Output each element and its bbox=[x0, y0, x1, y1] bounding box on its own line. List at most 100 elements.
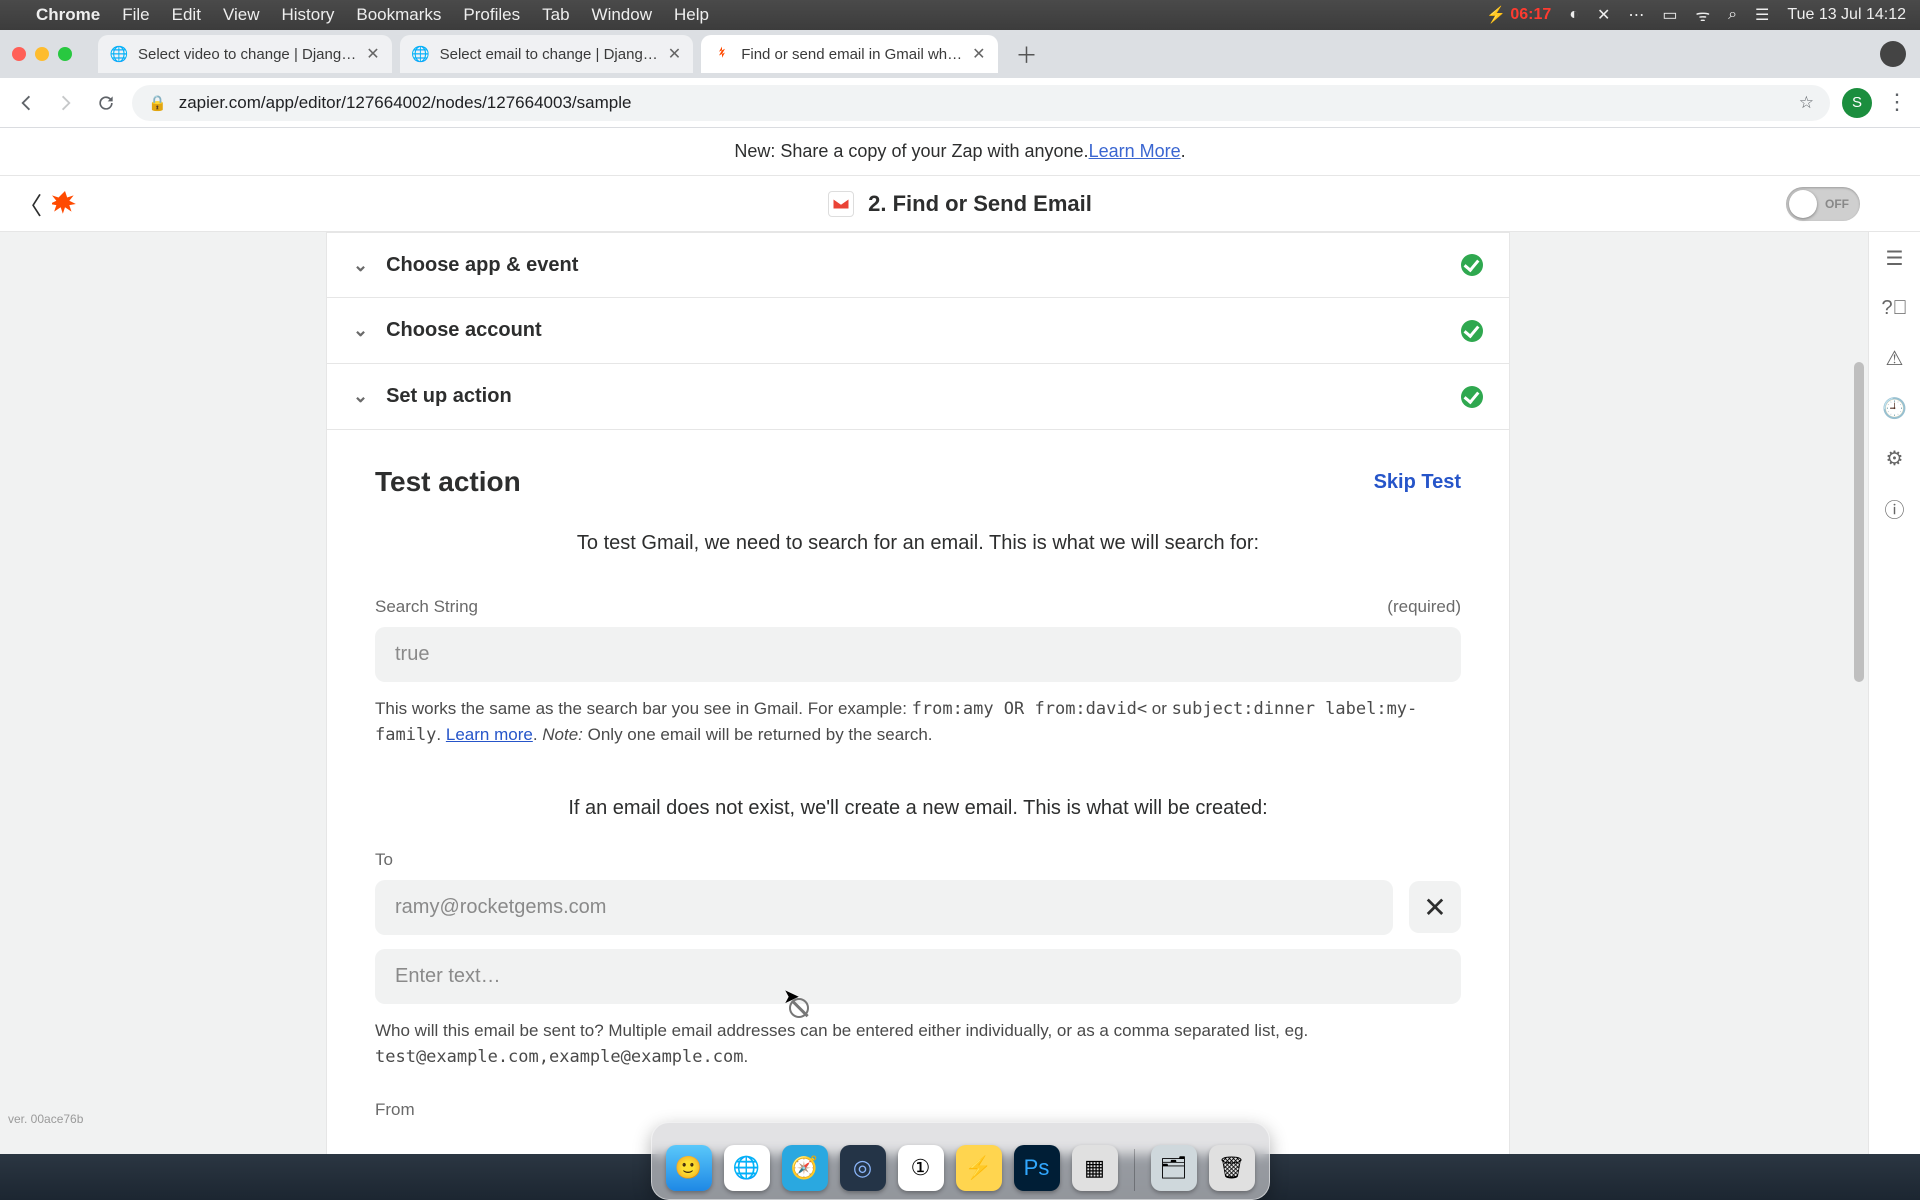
tab-close-icon[interactable]: ✕ bbox=[366, 44, 379, 64]
field-search-string: Search String (required) true This works… bbox=[375, 597, 1461, 749]
chevron-left-icon: 〈 bbox=[18, 186, 42, 221]
menu-bookmarks[interactable]: Bookmarks bbox=[356, 5, 441, 25]
step-choose-account[interactable]: ⌄ Choose account bbox=[326, 298, 1510, 364]
dock-app-bolt[interactable]: ⚡ bbox=[956, 1145, 1002, 1191]
nav-reload-button[interactable] bbox=[92, 89, 120, 117]
zap-enable-toggle[interactable]: OFF bbox=[1786, 187, 1860, 221]
status-icon-2[interactable]: ✕ bbox=[1597, 5, 1610, 25]
window-close-button[interactable] bbox=[12, 47, 26, 61]
spotlight-icon[interactable]: ⌕ bbox=[1728, 6, 1737, 24]
nav-forward-button[interactable] bbox=[52, 89, 80, 117]
field-label: To bbox=[375, 850, 393, 870]
dock-app-trash[interactable]: 🗑 bbox=[1209, 1145, 1255, 1191]
search-string-input[interactable]: true bbox=[375, 627, 1461, 682]
battery-low-indicator[interactable]: ⚡06:17 bbox=[1486, 5, 1551, 25]
skip-test-link[interactable]: Skip Test bbox=[1374, 471, 1461, 494]
vertical-scrollbar[interactable] bbox=[1854, 362, 1864, 682]
menu-help[interactable]: Help bbox=[674, 5, 709, 25]
dock-separator bbox=[1134, 1149, 1135, 1191]
chevron-down-icon: ⌄ bbox=[353, 320, 368, 341]
field-required: (required) bbox=[1387, 597, 1461, 617]
toggle-label: OFF bbox=[1825, 197, 1849, 211]
zap-step-header: 〈 2. Find or Send Email OFF bbox=[0, 176, 1920, 232]
announcement-suffix: . bbox=[1181, 141, 1186, 162]
test-lead-text: To test Gmail, we need to search for an … bbox=[375, 532, 1461, 555]
settings-gear-icon[interactable]: ⚙ bbox=[1883, 446, 1907, 470]
lock-icon[interactable]: 🔒 bbox=[148, 94, 167, 112]
announcement-text: New: Share a copy of your Zap with anyon… bbox=[734, 141, 1088, 162]
tab-close-icon[interactable]: ✕ bbox=[972, 44, 985, 64]
bookmark-star-icon[interactable]: ☆ bbox=[1799, 93, 1814, 113]
battery-icon[interactable]: ▭ bbox=[1662, 5, 1677, 25]
window-minimize-button[interactable] bbox=[35, 47, 49, 61]
right-rail: ☰ ?⃝ ⚠ 🕘 ⚙ ⓘ bbox=[1868, 232, 1920, 1200]
browser-tab-active[interactable]: Find or send email in Gmail wh… ✕ bbox=[701, 35, 997, 73]
field-from-label: From bbox=[375, 1100, 1461, 1120]
learn-more-link[interactable]: Learn more bbox=[446, 725, 533, 744]
to-add-input[interactable]: Enter text… bbox=[375, 949, 1461, 1004]
step-label: Set up action bbox=[386, 385, 512, 408]
warning-icon[interactable]: ⚠ bbox=[1883, 346, 1907, 370]
dock-app-photoshop[interactable]: Ps bbox=[1014, 1145, 1060, 1191]
tab-title: Select video to change | Djang… bbox=[138, 46, 356, 63]
announcement-link[interactable]: Learn More bbox=[1089, 141, 1181, 162]
menu-view[interactable]: View bbox=[223, 5, 260, 25]
step-set-up-action[interactable]: ⌄ Set up action bbox=[326, 364, 1510, 430]
status-complete-icon bbox=[1461, 320, 1483, 342]
step-label: Choose account bbox=[386, 319, 542, 342]
menu-history[interactable]: History bbox=[281, 5, 334, 25]
profile-avatar[interactable]: S bbox=[1842, 88, 1872, 118]
menubar-app-name[interactable]: Chrome bbox=[36, 5, 100, 25]
menubar-clock[interactable]: Tue 13 Jul 14:12 bbox=[1787, 6, 1906, 24]
menu-window[interactable]: Window bbox=[592, 5, 652, 25]
tab-close-icon[interactable]: ✕ bbox=[668, 44, 681, 64]
step-card-column: ⌄ Choose app & event ⌄ Choose account ⌄ … bbox=[326, 232, 1510, 1181]
info-icon[interactable]: ⓘ bbox=[1883, 496, 1907, 520]
create-lead-text: If an email does not exist, we'll create… bbox=[375, 797, 1461, 820]
remove-to-button[interactable]: ✕ bbox=[1409, 881, 1461, 933]
menu-profiles[interactable]: Profiles bbox=[463, 5, 520, 25]
search-help-text: This works the same as the search bar yo… bbox=[375, 696, 1461, 749]
to-value-input[interactable]: ramy@rocketgems.com bbox=[375, 880, 1393, 935]
history-icon[interactable]: 🕘 bbox=[1883, 396, 1907, 420]
status-complete-icon bbox=[1461, 254, 1483, 276]
nav-back-button[interactable] bbox=[12, 89, 40, 117]
version-tag: ver. 00ace76b bbox=[8, 1112, 83, 1126]
gmail-icon bbox=[828, 191, 854, 217]
window-fullscreen-button[interactable] bbox=[58, 47, 72, 61]
dock-app-stacks[interactable]: 🗂 bbox=[1151, 1145, 1197, 1191]
dock-app-chrome[interactable]: 🌐 bbox=[724, 1145, 770, 1191]
chrome-toolbar: 🔒 zapier.com/app/editor/127664002/nodes/… bbox=[0, 78, 1920, 128]
address-url: zapier.com/app/editor/127664002/nodes/12… bbox=[179, 93, 632, 113]
dock-app-finder[interactable]: 🙂 bbox=[666, 1145, 712, 1191]
test-action-heading: Test action bbox=[375, 466, 521, 498]
tabstrip-right-button[interactable] bbox=[1880, 41, 1906, 67]
toggle-knob bbox=[1789, 190, 1817, 218]
zap-back[interactable]: 〈 bbox=[18, 186, 78, 221]
field-to: To ramy@rocketgems.com ✕ Enter text… Who… bbox=[375, 850, 1461, 1071]
menu-tab[interactable]: Tab bbox=[542, 5, 569, 25]
dock-app-circle[interactable]: ◎ bbox=[840, 1145, 886, 1191]
step-label: Choose app & event bbox=[386, 254, 578, 277]
app-viewport: New: Share a copy of your Zap with anyon… bbox=[0, 128, 1920, 1200]
status-icon-1[interactable]: ◐ bbox=[1569, 6, 1579, 24]
control-center-icon[interactable]: ☰ bbox=[1755, 5, 1769, 25]
globe-icon: 🌐 bbox=[110, 45, 128, 63]
address-bar[interactable]: 🔒 zapier.com/app/editor/127664002/nodes/… bbox=[132, 85, 1830, 121]
step-choose-app[interactable]: ⌄ Choose app & event bbox=[326, 232, 1510, 298]
menu-edit[interactable]: Edit bbox=[172, 5, 201, 25]
browser-tab[interactable]: 🌐 Select video to change | Djang… ✕ bbox=[98, 35, 392, 73]
dock-app-launchpad[interactable]: ▦ bbox=[1072, 1145, 1118, 1191]
wifi-icon[interactable]: ᯤ bbox=[1695, 4, 1710, 26]
help-icon[interactable]: ?⃝ bbox=[1883, 296, 1907, 320]
dock-app-safari[interactable]: 🧭 bbox=[782, 1145, 828, 1191]
window-traffic-lights bbox=[12, 47, 72, 61]
chrome-menu-button[interactable]: ⋮ bbox=[1886, 98, 1908, 107]
outline-icon[interactable]: ☰ bbox=[1883, 246, 1907, 270]
new-tab-button[interactable]: ＋ bbox=[1012, 39, 1042, 69]
zapier-logo-icon[interactable] bbox=[52, 191, 78, 217]
menu-file[interactable]: File bbox=[122, 5, 149, 25]
dock-app-1password[interactable]: ① bbox=[898, 1145, 944, 1191]
browser-tab[interactable]: 🌐 Select email to change | Djang… ✕ bbox=[400, 35, 694, 73]
status-icon-3[interactable]: ⋯ bbox=[1628, 5, 1644, 25]
